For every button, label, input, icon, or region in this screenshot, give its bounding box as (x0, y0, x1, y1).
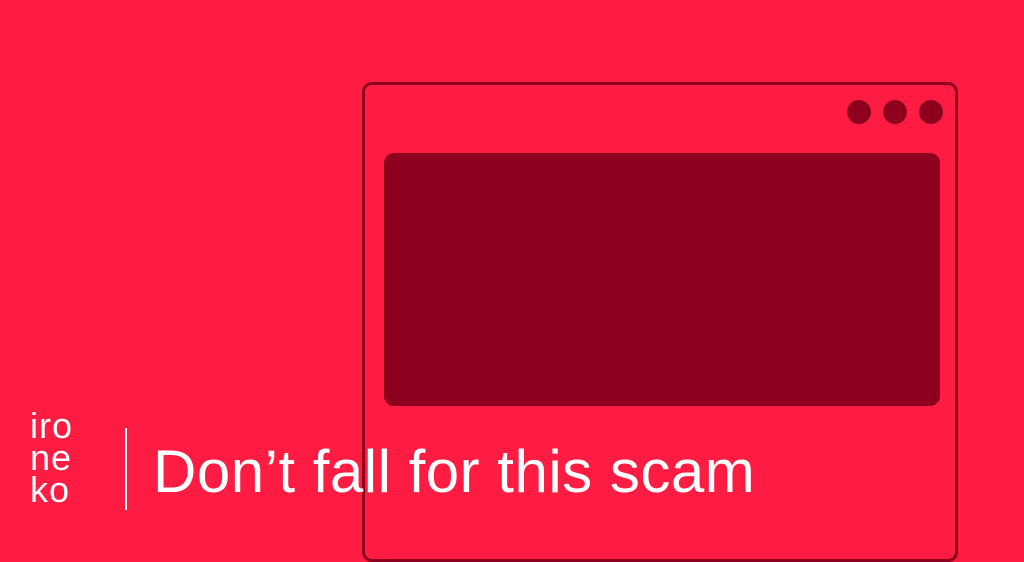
window-screen-area (384, 153, 940, 406)
headline: Don’t fall for this scam (153, 438, 756, 505)
window-controls (847, 100, 943, 124)
window-dot-icon (847, 100, 871, 124)
ironeko-logo: iro ne ko (30, 408, 73, 510)
logo-line: ko (30, 469, 71, 510)
logo-divider (125, 428, 127, 510)
window-dot-icon (919, 100, 943, 124)
window-dot-icon (883, 100, 907, 124)
